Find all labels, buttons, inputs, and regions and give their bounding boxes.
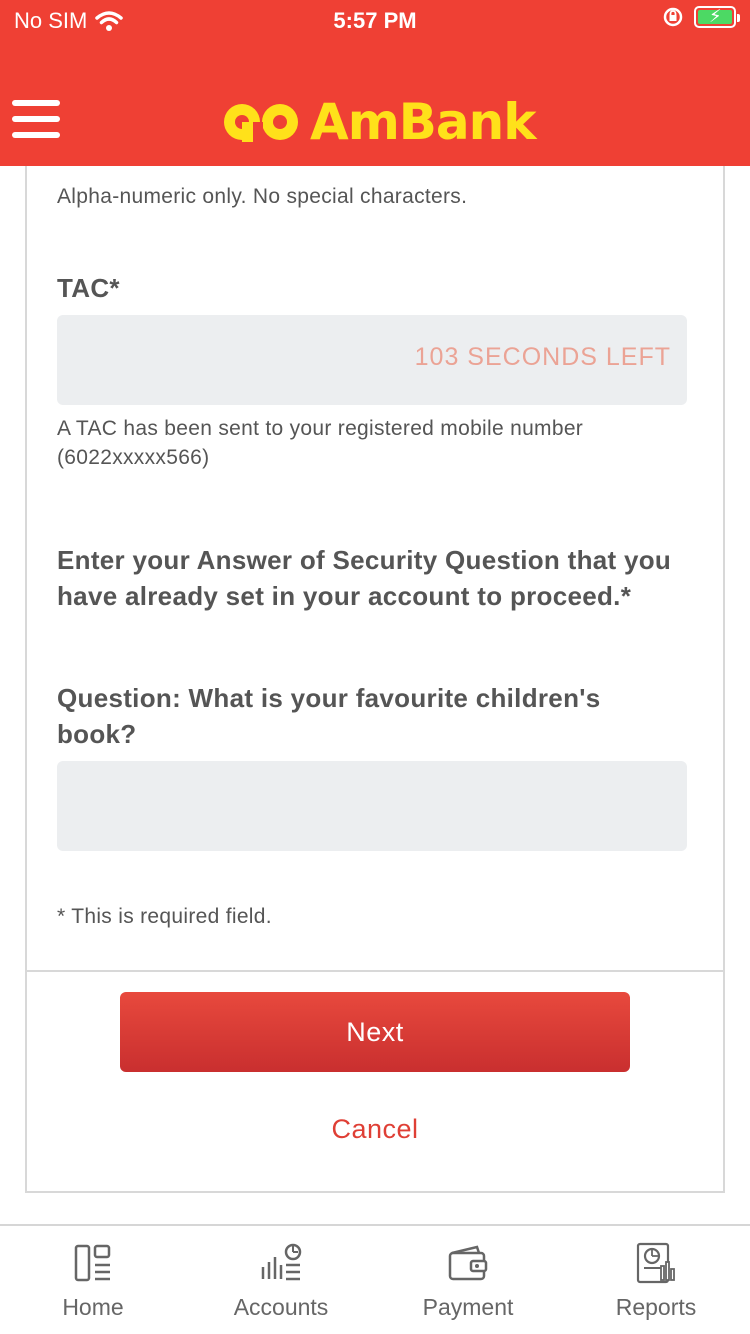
accounts-icon	[261, 1243, 302, 1281]
security-intro: Enter your Answer of Security Question t…	[57, 545, 672, 611]
brand-name: AmBank	[310, 93, 536, 151]
security-question: Question: What is your favourite childre…	[57, 683, 601, 749]
menu-button[interactable]	[12, 100, 62, 142]
tab-accounts[interactable]: Accounts	[201, 1240, 361, 1321]
tab-reports-label: Reports	[615, 1294, 697, 1320]
rotation-lock-icon	[663, 7, 683, 27]
tac-hint: A TAC has been sent to your registered m…	[57, 417, 584, 469]
tac-field[interactable]: 103 SECONDS LEFT	[57, 315, 687, 405]
ambank-logo-icon	[224, 104, 298, 142]
app-header: No SIM 5:57 PM ⚡ AmBank	[0, 0, 750, 166]
required-note: * This is required field.	[57, 905, 272, 928]
security-answer-input[interactable]	[57, 761, 687, 851]
tab-payment-label: Payment	[422, 1294, 514, 1320]
status-time: 5:57 PM	[333, 8, 417, 33]
reports-icon	[636, 1242, 675, 1284]
battery-icon: ⚡	[694, 6, 740, 28]
tab-accounts-label: Accounts	[233, 1294, 329, 1320]
username-hint: Alpha-numeric only. No special character…	[57, 185, 468, 208]
home-icon	[74, 1244, 111, 1282]
tab-reports[interactable]: Reports	[576, 1240, 736, 1321]
brand-logo: AmBank	[220, 92, 536, 152]
cancel-button[interactable]: Cancel	[0, 1114, 750, 1145]
status-bar: No SIM 5:57 PM ⚡	[0, 0, 750, 40]
next-button[interactable]: Next	[120, 992, 630, 1072]
tab-home-label: Home	[62, 1294, 124, 1320]
tab-payment[interactable]: Payment	[388, 1240, 548, 1321]
status-right: ⚡	[662, 6, 740, 28]
tac-label: TAC*	[57, 273, 120, 303]
tac-countdown: 103 SECONDS LEFT	[414, 343, 671, 371]
security-answer-field[interactable]	[57, 761, 687, 851]
tab-home[interactable]: Home	[13, 1240, 173, 1321]
wallet-icon	[448, 1245, 488, 1281]
bottom-tab-bar: Home Accounts Payment Reports	[0, 1224, 750, 1334]
card-divider	[27, 970, 723, 972]
